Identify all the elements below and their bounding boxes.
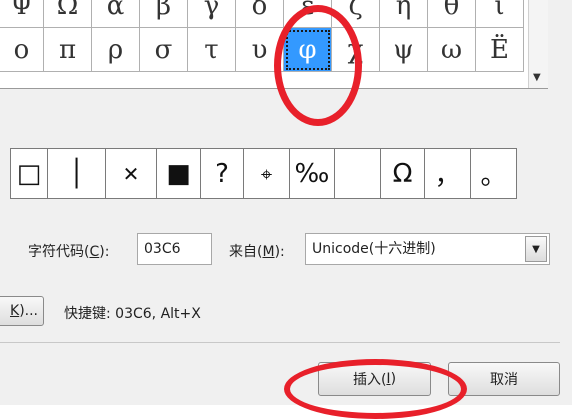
symbol-cell[interactable]: ψ xyxy=(380,28,428,72)
symbol-cell[interactable]: Ψ xyxy=(0,0,44,28)
symbol-grid-row-1: Ψ Ω α β γ δ ε ζ η θ ι xyxy=(0,0,528,28)
recent-symbol-cell[interactable]: ⌖ xyxy=(244,149,290,198)
from-select-value: Unicode(十六进制) xyxy=(312,241,436,257)
symbol-cell[interactable]: ι xyxy=(476,0,524,28)
symbol-cell[interactable]: π xyxy=(44,28,92,72)
from-label: 来自(M): xyxy=(229,244,285,260)
char-code-input[interactable]: 03C6 xyxy=(137,233,212,265)
from-select[interactable]: Unicode(十六进制) ▼ xyxy=(305,233,550,265)
symbol-cell[interactable]: ο xyxy=(0,28,44,72)
symbol-cell[interactable]: ρ xyxy=(92,28,140,72)
recent-symbol-cell[interactable]: ■ xyxy=(157,149,201,198)
shortcut-key-button[interactable]: K)... xyxy=(0,296,44,326)
recent-symbol-cell[interactable]: ? xyxy=(201,149,244,198)
recent-symbol-cell[interactable] xyxy=(335,149,381,198)
symbol-cell[interactable]: β xyxy=(140,0,188,28)
shortcut-text: 快捷键: 03C6, Alt+X xyxy=(64,306,201,322)
dialog-separator xyxy=(0,342,560,343)
grid-frame-divider xyxy=(0,88,548,89)
recent-symbol-cell[interactable]: 。 xyxy=(471,149,516,198)
symbol-cell[interactable]: σ xyxy=(140,28,188,72)
recent-symbol-cell[interactable]: Ω xyxy=(381,149,425,198)
symbol-dialog: Ψ Ω α β γ δ ε ζ η θ ι ο π ρ σ τ υ φ χ ψ … xyxy=(0,0,572,419)
symbol-cell[interactable]: Ë xyxy=(476,28,524,72)
symbol-cell[interactable]: ω xyxy=(428,28,476,72)
highlight-ring-insert xyxy=(284,359,467,419)
symbol-grid-row-2: ο π ρ σ τ υ φ χ ψ ω Ë xyxy=(0,28,528,72)
recent-symbol-cell[interactable]: □ xyxy=(11,149,48,198)
highlight-ring-symbol xyxy=(274,5,362,126)
symbol-cell[interactable]: δ xyxy=(236,0,284,28)
recent-symbol-cell[interactable]: ‰ xyxy=(290,149,335,198)
symbol-grid: Ψ Ω α β γ δ ε ζ η θ ι ο π ρ σ τ υ φ χ ψ … xyxy=(0,0,528,88)
char-code-label: 字符代码(C): xyxy=(28,244,110,260)
symbol-cell[interactable]: Ω xyxy=(44,0,92,28)
recent-symbol-cell[interactable]: ✕ xyxy=(106,149,157,198)
symbol-grid-scrollbar[interactable]: ▼ xyxy=(528,0,548,88)
symbol-cell[interactable]: γ xyxy=(188,0,236,28)
symbol-cell[interactable]: θ xyxy=(428,0,476,28)
recent-symbol-cell[interactable]: │ xyxy=(48,149,106,198)
scroll-down-icon[interactable]: ▼ xyxy=(533,72,541,83)
recent-symbol-cell[interactable]: ， xyxy=(425,149,471,198)
symbol-cell[interactable]: α xyxy=(92,0,140,28)
dropdown-arrow-icon[interactable]: ▼ xyxy=(525,236,547,262)
recent-symbols: □ │ ✕ ■ ? ⌖ ‰ Ω ， 。 xyxy=(10,148,517,199)
symbol-cell[interactable]: η xyxy=(380,0,428,28)
symbol-cell[interactable]: τ xyxy=(188,28,236,72)
